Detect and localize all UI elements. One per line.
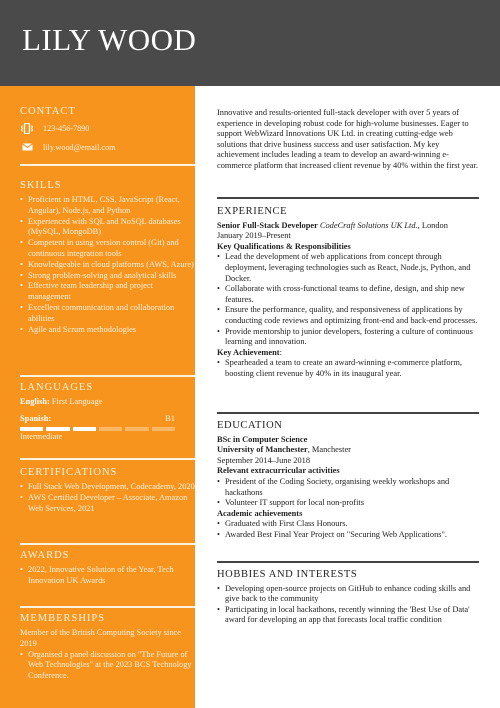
resume-header: LILY WOOD: [0, 0, 500, 86]
membership-item: Organised a panel discussion on "The Fut…: [20, 650, 195, 682]
hobbies-title: HOBBIES AND INTERESTS: [217, 569, 358, 580]
job-heading: Senior Full-Stack Developer CodeCraft So…: [217, 221, 479, 232]
certifications-section: CERTIFICATIONS Full Stack Web Developmen…: [20, 467, 195, 514]
certifications-title: CERTIFICATIONS: [20, 467, 118, 478]
responsibility-item: Provide mentorship to junior developers,…: [217, 327, 479, 348]
sidebar-divider: [20, 543, 195, 545]
responsibility-item: Lead the development of web applications…: [217, 252, 479, 284]
professional-summary: Innovative and results-oriented full-sta…: [217, 108, 478, 170]
languages-title: LANGUAGES: [20, 382, 94, 393]
skills-list: Proficient in HTML, CSS, JavaScript (Rea…: [20, 195, 195, 335]
contact-section: CONTACT 123-456-7890 lily.wood@email.com: [20, 106, 195, 154]
skill-item: Agile and Scrum methodologies: [20, 325, 195, 336]
responsibility-item: Collaborate with cross-functional teams …: [217, 284, 479, 305]
job-dates: January 2019–Present: [217, 231, 291, 241]
sidebar-divider: [20, 606, 195, 608]
candidate-name: LILY WOOD: [22, 22, 197, 57]
academic-heading: Academic achievements: [217, 508, 303, 518]
section-divider: [217, 197, 479, 199]
job-company: CodeCraft Solutions UK Ltd.: [319, 220, 418, 230]
hobby-item: Participating in local hackathons, recen…: [217, 605, 479, 626]
education-dates: September 2014–June 2018: [217, 455, 311, 465]
spanish-proficiency-bar: [20, 426, 175, 431]
sidebar: CONTACT 123-456-7890 lily.wood@email.com…: [0, 86, 195, 708]
language-level: First Language: [51, 397, 103, 406]
skills-title: SKILLS: [20, 180, 62, 191]
language-english: English: First Language: [20, 397, 175, 408]
extracurricular-list: President of the Coding Society, organis…: [217, 477, 479, 509]
school-location: , Manchester: [307, 445, 351, 455]
email-address[interactable]: lily.wood@email.com: [43, 143, 116, 152]
certification-item: AWS Certified Developer – Associate, Ama…: [20, 493, 195, 515]
section-divider: [217, 412, 479, 414]
award-item: 2022, Innovative Solution of the Year, T…: [20, 565, 195, 587]
achievement-item: Spearheaded a team to create an award-wi…: [217, 358, 479, 379]
phone-row: 123-456-7890: [20, 121, 195, 135]
awards-list: 2022, Innovative Solution of the Year, T…: [20, 565, 195, 587]
extracurricular-item: Volunteer IT support for local non-profi…: [217, 498, 479, 509]
achievements-list: Spearheaded a team to create an award-wi…: [217, 358, 479, 379]
responsibility-item: Ensure the performance, quality, and res…: [217, 305, 479, 326]
hobbies-section: HOBBIES AND INTERESTS Developing open-so…: [217, 569, 479, 626]
sidebar-divider: [20, 164, 195, 166]
academic-list: Graduated with First Class Honours. Awar…: [217, 519, 479, 540]
memberships-title: MEMBERSHIPS: [20, 613, 106, 624]
job-location: , London: [417, 220, 448, 230]
language-name: English:: [20, 397, 50, 406]
membership-text: Member of the British Computing Society …: [20, 628, 181, 648]
sidebar-divider: [20, 375, 195, 377]
job-role: Senior Full-Stack Developer: [217, 220, 318, 230]
skill-item: Knowledgeable in cloud platforms (AWS, A…: [20, 260, 195, 271]
degree: BSc in Computer Science: [217, 434, 308, 444]
languages-section: LANGUAGES English: First Language Spanis…: [20, 382, 195, 442]
skill-item: Strong problem-solving and analytical sk…: [20, 271, 195, 282]
phone-number[interactable]: 123-456-7890: [43, 124, 89, 133]
language-code: B1: [165, 413, 175, 423]
skill-item: Experienced with SQL and NoSQL databases…: [20, 217, 195, 239]
skill-item: Excellent communication and collaboratio…: [20, 303, 195, 325]
certification-item: Full Stack Web Development, Codecademy, …: [20, 482, 195, 493]
skill-item: Effective team leadership and project ma…: [20, 281, 195, 303]
qualifications-heading: Key Qualifications & Responsibilities: [217, 241, 351, 251]
proficiency-segment-empty: [98, 426, 123, 431]
experience-title: EXPERIENCE: [217, 206, 288, 217]
proficiency-segment-filled: [46, 426, 70, 431]
awards-section: AWARDS 2022, Innovative Solution of the …: [20, 550, 195, 587]
skills-section: SKILLS Proficient in HTML, CSS, JavaScri…: [20, 180, 195, 335]
extracurricular-item: President of the Coding Society, organis…: [217, 477, 479, 498]
school-line: University of Manchester, Manchester: [217, 445, 479, 456]
responsibilities-list: Lead the development of web applications…: [217, 252, 479, 347]
proficiency-segment-empty: [151, 426, 175, 431]
email-row: lily.wood@email.com: [20, 140, 195, 154]
memberships-section: MEMBERSHIPS Member of the British Comput…: [20, 613, 195, 682]
language-name: Spanish:: [20, 413, 52, 423]
achievement-heading-colon: :: [279, 347, 282, 357]
extracurricular-heading: Relevant extracurricular activities: [217, 466, 340, 476]
skill-item: Competent in using version control (Git)…: [20, 238, 195, 260]
skill-item: Proficient in HTML, CSS, JavaScript (Rea…: [20, 195, 195, 217]
phone-vibrate-icon: [20, 122, 34, 134]
achievement-heading: Key Achievement:: [217, 348, 479, 359]
sidebar-divider: [20, 458, 195, 460]
proficiency-segment-empty: [125, 426, 149, 431]
academic-item: Awarded Best Final Year Project on "Secu…: [217, 530, 479, 541]
section-divider: [217, 561, 479, 563]
language-level: Intermediate: [20, 431, 63, 441]
achievement-heading-label: Key Achievement: [217, 347, 280, 357]
certifications-list: Full Stack Web Development, Codecademy, …: [20, 482, 195, 514]
hobby-item: Developing open-source projects on GitHu…: [217, 584, 479, 605]
education-section: EDUCATION BSc in Computer Science Univer…: [217, 420, 479, 541]
experience-section: EXPERIENCE Senior Full-Stack Developer C…: [217, 206, 479, 380]
school-name: University of Manchester: [217, 445, 308, 455]
memberships-list: Organised a panel discussion on "The Fut…: [20, 650, 195, 682]
awards-title: AWARDS: [20, 550, 70, 561]
envelope-icon: [20, 143, 34, 151]
contact-title: CONTACT: [20, 106, 76, 117]
academic-item: Graduated with First Class Honours.: [217, 519, 479, 530]
language-spanish: Spanish: B1: [20, 414, 175, 425]
proficiency-segment-filled: [20, 426, 44, 431]
education-title: EDUCATION: [217, 420, 283, 431]
hobbies-list: Developing open-source projects on GitHu…: [217, 584, 479, 626]
proficiency-segment-filled: [72, 426, 96, 431]
